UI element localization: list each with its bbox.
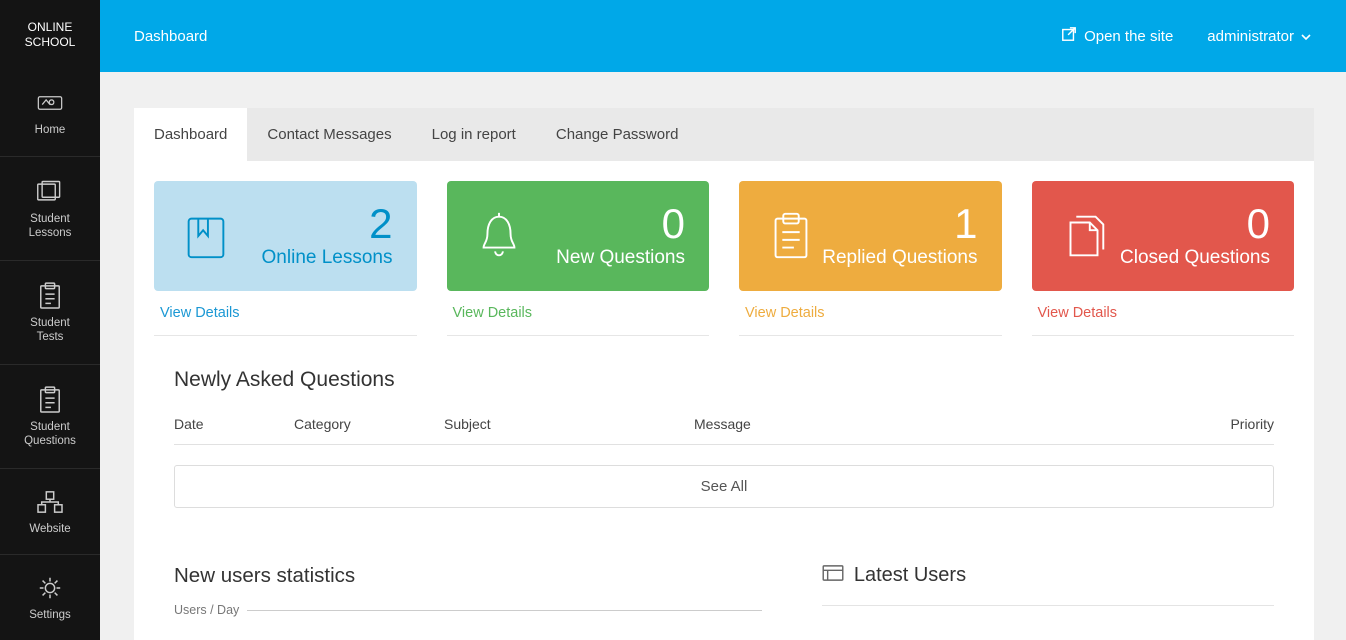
new-users-statistics: New users statistics Users / Day <box>174 564 762 633</box>
sidebar-item-label: Website <box>29 522 70 536</box>
see-all-questions[interactable]: See All <box>174 465 1274 508</box>
sidebar-item-settings[interactable]: Settings <box>0 554 100 640</box>
col-subject: Subject <box>444 416 694 432</box>
chevron-down-icon <box>1300 28 1312 45</box>
view-details-closed-questions[interactable]: View Details <box>1032 291 1295 336</box>
open-site-link[interactable]: Open the site <box>1061 26 1173 46</box>
latest-users-icon <box>822 564 844 587</box>
sidebar-item-home[interactable]: Home <box>0 70 100 156</box>
card-closed-questions: 0 Closed Questions <box>1032 181 1295 291</box>
card-value: 0 <box>1247 203 1270 245</box>
questions-icon <box>36 386 64 414</box>
section-title: Newly Asked Questions <box>174 368 1274 392</box>
card-replied-questions: 1 Replied Questions <box>739 181 1002 291</box>
card-label: Replied Questions <box>822 247 977 269</box>
view-details-new-questions[interactable]: View Details <box>447 291 710 336</box>
sidebar-item-lessons[interactable]: Student Lessons <box>0 156 100 260</box>
files-icon <box>1056 208 1112 264</box>
card-label: New Questions <box>556 247 685 269</box>
sidebar-nav: Home Student Lessons <box>0 70 100 640</box>
open-site-label: Open the site <box>1084 28 1173 45</box>
card-value: 0 <box>662 203 685 245</box>
sidebar-item-questions[interactable]: Student Questions <box>0 364 100 468</box>
tab-login-report[interactable]: Log in report <box>412 108 536 161</box>
stats-title: New users statistics <box>174 564 762 588</box>
card-value: 2 <box>369 203 392 245</box>
tab-contact-messages[interactable]: Contact Messages <box>247 108 411 161</box>
view-details-replied-questions[interactable]: View Details <box>739 291 1002 336</box>
sidebar-item-tests[interactable]: Student Tests <box>0 260 100 364</box>
topbar: Dashboard Open the site administrator <box>100 0 1346 72</box>
col-priority: Priority <box>1184 416 1274 432</box>
tests-icon <box>36 282 64 310</box>
tab-dashboard[interactable]: Dashboard <box>134 108 247 161</box>
view-details-online-lessons[interactable]: View Details <box>154 291 417 336</box>
col-message: Message <box>694 416 1184 432</box>
divider <box>822 605 1274 606</box>
lessons-icon <box>36 178 64 206</box>
user-menu[interactable]: administrator <box>1207 28 1312 45</box>
card-label: Closed Questions <box>1120 247 1270 269</box>
sidebar-item-label: Student Tests <box>30 316 70 344</box>
sidebar-item-label: Settings <box>29 608 71 622</box>
user-name: administrator <box>1207 28 1294 45</box>
newly-asked-questions: Newly Asked Questions Date Category Subj… <box>134 336 1314 528</box>
home-icon <box>36 89 64 117</box>
settings-icon <box>36 574 64 602</box>
col-date: Date <box>174 416 294 432</box>
website-icon <box>36 488 64 516</box>
card-new-questions: 0 New Questions <box>447 181 710 291</box>
sidebar-item-website[interactable]: Website <box>0 468 100 554</box>
stats-subtitle: Users / Day <box>174 603 247 617</box>
tab-change-password[interactable]: Change Password <box>536 108 699 161</box>
page-title: Dashboard <box>134 28 207 45</box>
questions-table-header: Date Category Subject Message Priority <box>174 416 1274 445</box>
latest-users-title: Latest Users <box>854 564 966 587</box>
clipboard-icon <box>763 208 819 264</box>
card-value: 1 <box>954 203 977 245</box>
tabs: Dashboard Contact Messages Log in report… <box>134 108 1314 161</box>
book-icon <box>178 208 234 264</box>
external-link-icon <box>1061 26 1077 46</box>
sidebar-item-label: Home <box>35 123 66 137</box>
col-category: Category <box>294 416 444 432</box>
latest-users: Latest Users <box>822 564 1274 633</box>
sidebar-item-label: Student Lessons <box>29 212 72 240</box>
bell-icon <box>471 208 527 264</box>
brand-logo: ONLINE SCHOOL <box>0 0 100 70</box>
sidebar: ONLINE SCHOOL Home Stud <box>0 0 100 640</box>
card-online-lessons: 2 Online Lessons <box>154 181 417 291</box>
card-label: Online Lessons <box>262 247 393 269</box>
stat-cards: 2 Online Lessons View Details <box>134 161 1314 336</box>
sidebar-item-label: Student Questions <box>24 420 76 448</box>
